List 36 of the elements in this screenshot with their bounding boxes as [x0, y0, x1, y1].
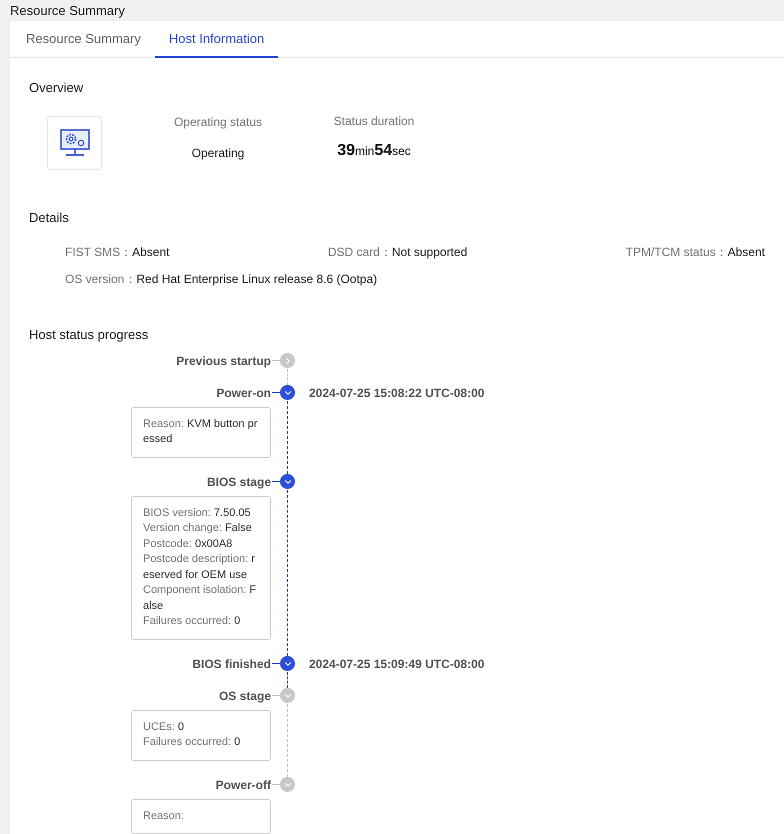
- tab[interactable]: Resource Summary: [12, 21, 155, 58]
- tab[interactable]: Host Information: [154, 21, 278, 58]
- monitor-gear-icon: [60, 128, 90, 156]
- detail-text: Version change: False: [143, 521, 253, 536]
- stage-label: Power-on: [216, 384, 271, 400]
- status-value: Operating: [192, 145, 244, 162]
- detail-text: FIST SMS：Absent: [65, 244, 170, 261]
- detail-text: TPM/TCM status：Absent: [626, 244, 765, 261]
- stage-label: BIOS finished: [192, 656, 271, 672]
- detail-text: BIOS version: 7.50.05: [143, 506, 252, 520]
- detail-text: Reason:: [143, 808, 185, 824]
- duration-label: Status duration: [334, 113, 414, 130]
- detail-text: Postcode description: reserved for OEM use: [143, 552, 256, 582]
- chevron-down-icon[interactable]: [280, 656, 295, 671]
- stage-timestamp: 2024-07-25 15:09:49 UTC-08:00: [309, 656, 484, 672]
- stage-label: OS stage: [218, 688, 271, 704]
- detail-text: Failures occurred: 0: [143, 614, 242, 629]
- duration-value: 39min54sec: [337, 141, 411, 161]
- chevron-down-icon[interactable]: [280, 474, 295, 489]
- detail-text: OS version：Red Hat Enterprise Linux release 8.6 (Ootpa): [65, 271, 378, 288]
- stage-label: Previous startup: [176, 352, 271, 368]
- detail-text: Failures occurred: 0: [143, 735, 242, 750]
- status-label: Operating status: [174, 114, 262, 131]
- section-title: Overview: [29, 79, 84, 97]
- detail-text: UCEs: 0: [143, 720, 185, 734]
- detail-text: Component isolation: False: [143, 583, 258, 614]
- section-title: Host status progress: [29, 326, 150, 344]
- stage-label: Power-off: [216, 776, 271, 792]
- stage-label: BIOS stage: [206, 474, 271, 490]
- detail-text: DSD card：Not supported: [328, 244, 468, 261]
- chevron-down-icon[interactable]: [280, 385, 295, 400]
- detail-text: Reason: KVM button pressed: [143, 416, 258, 447]
- page-title: Resource Summary: [10, 2, 125, 20]
- section-title: Details: [29, 208, 70, 226]
- stage-timestamp: 2024-07-25 15:08:22 UTC-08:00: [309, 384, 484, 402]
- detail-text: Postcode: 0x00A8: [143, 536, 234, 552]
